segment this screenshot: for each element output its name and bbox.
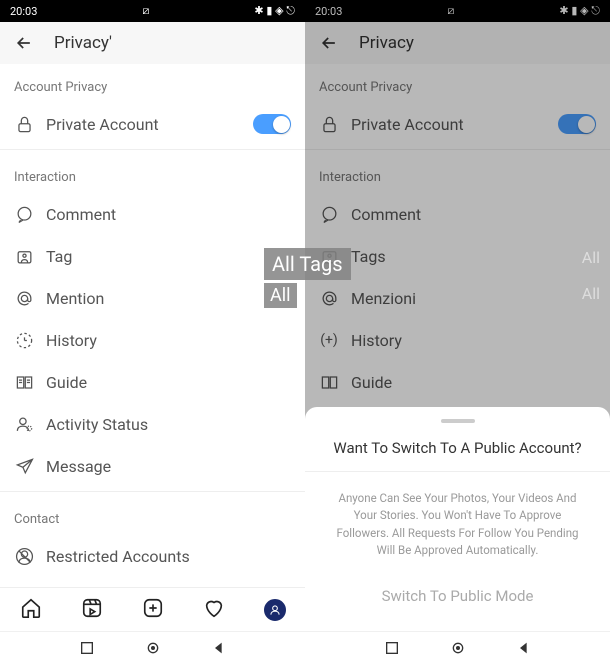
- right-screen: 20:03 ⧄ ✱ ▮ ◈ ⎋ Privacy Account Privacy …: [305, 0, 610, 667]
- system-nav: [0, 631, 305, 667]
- label-activity: Activity Status: [46, 415, 291, 434]
- label-message: Message: [46, 457, 291, 476]
- sys-menu[interactable]: [384, 640, 400, 660]
- lock-icon: [14, 115, 34, 134]
- section-account-privacy: Account Privacy: [0, 64, 305, 103]
- divider: [0, 149, 305, 150]
- label-guide: Guide: [46, 373, 291, 392]
- sys-menu[interactable]: [79, 640, 95, 660]
- mention-value-right: All: [582, 284, 600, 303]
- restricted-icon: [14, 547, 34, 566]
- sys-back[interactable]: [211, 640, 227, 660]
- label-restricted: Restricted Accounts: [46, 547, 291, 566]
- content-left: Account Privacy Private Account Interact…: [0, 64, 305, 587]
- overlay-mention-value: All: [264, 283, 297, 308]
- bottom-sheet: Want To Switch To A Public Account? Anyo…: [305, 407, 610, 631]
- row-comment[interactable]: Comment: [0, 193, 305, 235]
- tag-icon: [14, 247, 34, 266]
- mention-icon: [14, 289, 34, 308]
- activity-icon: [14, 415, 34, 434]
- sheet-handle[interactable]: [441, 419, 475, 423]
- row-message[interactable]: Message: [0, 445, 305, 487]
- history-icon: [14, 331, 34, 350]
- label-tag: Tag: [46, 247, 291, 266]
- page-title: Privacy': [54, 33, 112, 53]
- reels-icon[interactable]: [81, 597, 103, 623]
- sheet-body: Anyone Can See Your Photos, Your Videos …: [305, 472, 610, 579]
- status-time: 20:03: [10, 5, 37, 18]
- section-contact: Contact: [0, 496, 305, 535]
- profile-avatar[interactable]: [264, 599, 286, 621]
- guide-icon: [14, 373, 34, 392]
- row-private-account[interactable]: Private Account: [0, 103, 305, 145]
- status-bar: 20:03 ⧄ ✱ ▮ ◈ ⎋: [0, 0, 305, 22]
- status-icons: ✱ ▮ ◈ ⎋: [254, 4, 295, 18]
- add-icon[interactable]: [142, 597, 164, 623]
- row-restricted[interactable]: Restricted Accounts: [0, 535, 305, 577]
- row-history[interactable]: History: [0, 319, 305, 361]
- label-comment: Comment: [46, 205, 291, 224]
- label-private-account: Private Account: [46, 115, 241, 134]
- message-icon: [14, 457, 34, 476]
- home-icon[interactable]: [20, 597, 42, 623]
- switch-public-button[interactable]: Switch To Public Mode: [305, 579, 610, 613]
- label-mention: Mention: [46, 289, 279, 308]
- toggle-private[interactable]: [253, 114, 291, 134]
- label-history: History: [46, 331, 291, 350]
- header: Privacy': [0, 22, 305, 64]
- row-blocked[interactable]: (X) Blocked Accounts: [0, 577, 305, 587]
- back-icon[interactable]: [14, 33, 34, 53]
- row-mention[interactable]: Mention: [0, 277, 305, 319]
- overlay-tags-label: All Tags: [264, 248, 351, 280]
- tags-value-right: All: [582, 248, 600, 267]
- comment-icon: [14, 205, 34, 224]
- sys-home[interactable]: [450, 640, 466, 660]
- heart-icon[interactable]: [203, 597, 225, 623]
- system-nav: [305, 631, 610, 667]
- row-activity-status[interactable]: Activity Status: [0, 403, 305, 445]
- bottom-nav: [0, 587, 305, 631]
- section-interaction: Interaction: [0, 154, 305, 193]
- row-tag[interactable]: Tag: [0, 235, 305, 277]
- left-screen: 20:03 ⧄ ✱ ▮ ◈ ⎋ Privacy' Account Privacy…: [0, 0, 305, 667]
- row-guide[interactable]: Guide: [0, 361, 305, 403]
- sys-back[interactable]: [516, 640, 532, 660]
- sys-home[interactable]: [145, 640, 161, 660]
- divider: [0, 491, 305, 492]
- sheet-title: Want To Switch To A Public Account?: [305, 433, 610, 472]
